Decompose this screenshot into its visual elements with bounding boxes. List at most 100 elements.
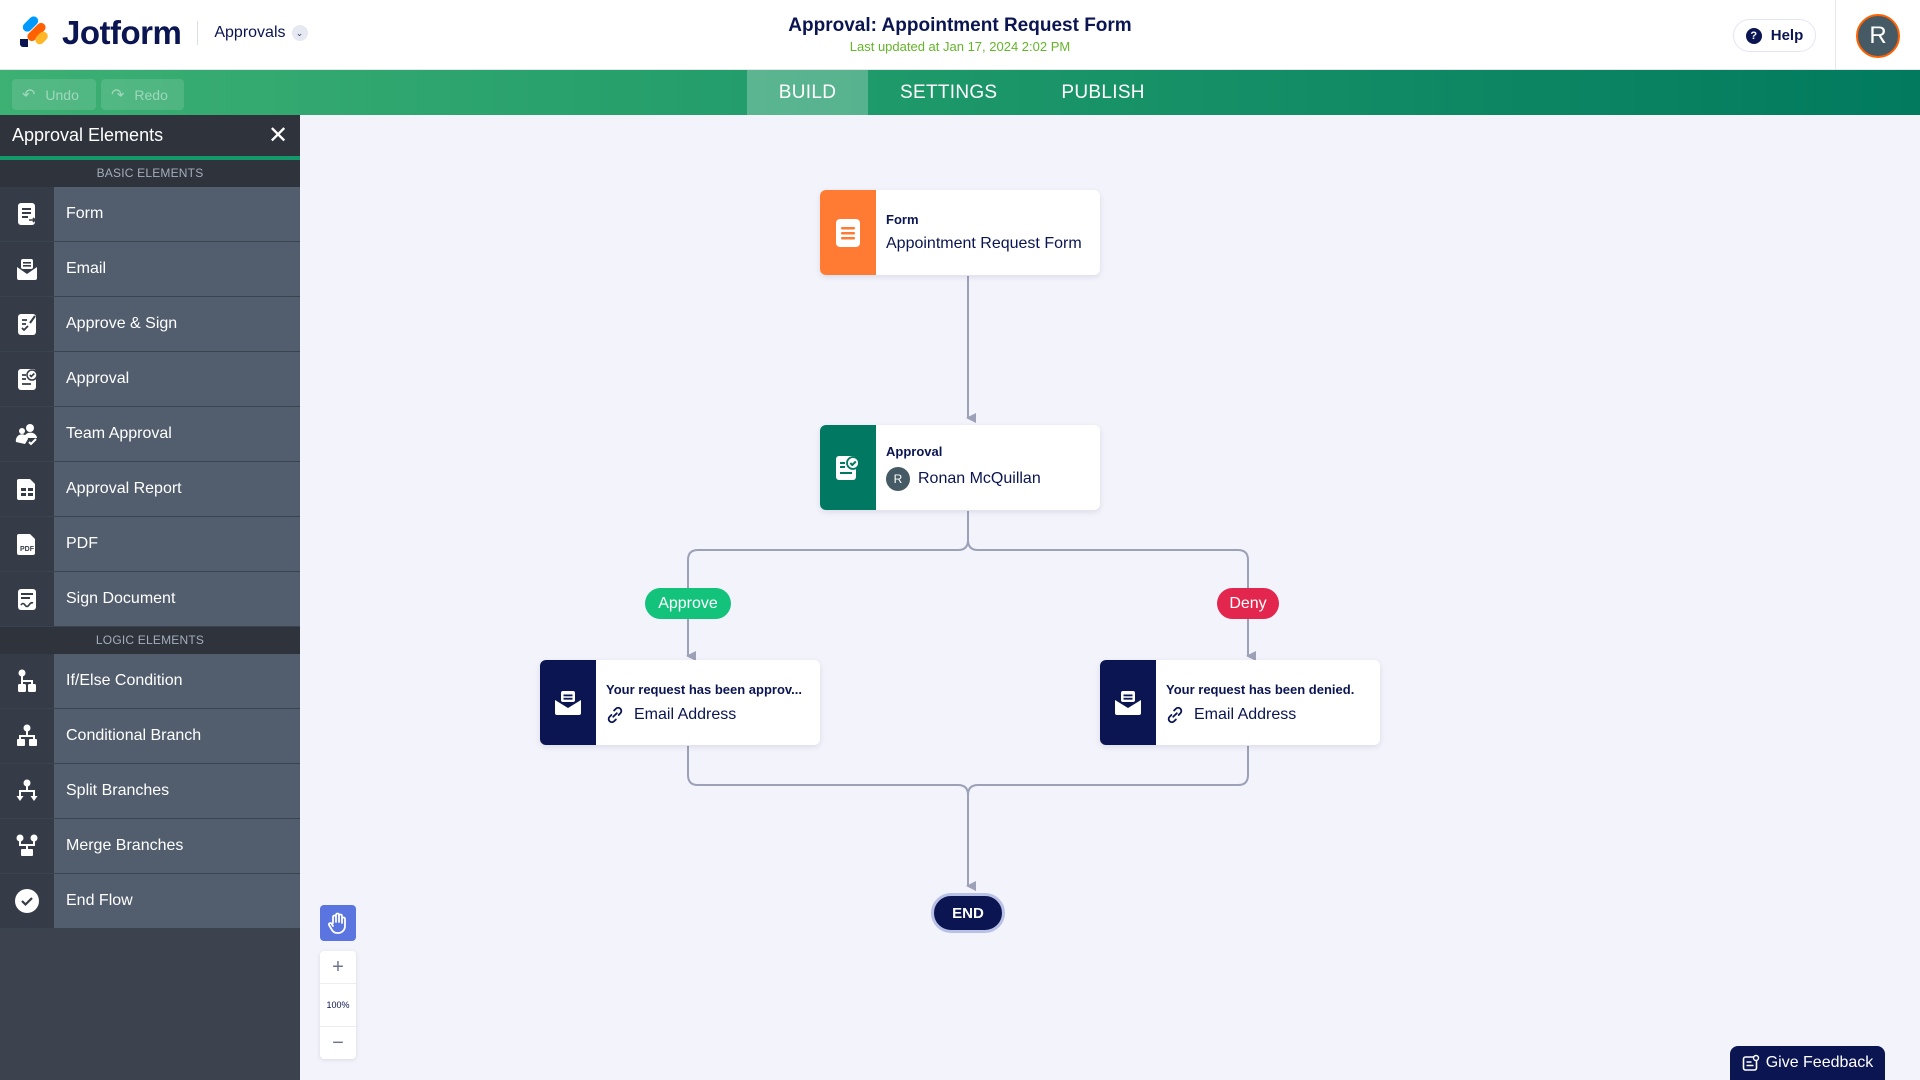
sidebar-item-merge-branches[interactable]: Merge Branches [0, 819, 300, 874]
flow-canvas[interactable] [300, 115, 1920, 1080]
sidebar-item-conditional-branch[interactable]: Conditional Branch [0, 709, 300, 764]
sidebar-item-label: PDF [54, 517, 300, 571]
sidebar-item-label: Email [54, 242, 300, 296]
logo-divider [197, 21, 199, 45]
redo-button[interactable]: ↷ Redo [101, 79, 184, 110]
zoom-out-button[interactable]: − [320, 1027, 356, 1059]
form-icon [836, 218, 860, 247]
sidebar-item-label: End Flow [54, 874, 300, 928]
give-feedback-button[interactable]: Give Feedback [1730, 1046, 1885, 1080]
approval-icon [0, 352, 54, 406]
approve-sign-icon [0, 297, 54, 351]
tab-settings[interactable]: SETTINGS [868, 70, 1029, 115]
conditional-branch-icon [0, 709, 54, 763]
builder-tabs: BUILD SETTINGS PUBLISH [747, 70, 1177, 115]
email-icon [555, 690, 581, 715]
help-icon: ? [1745, 27, 1762, 44]
sidebar-item-pdf[interactable]: PDF PDF [0, 517, 300, 572]
sidebar-item-label: Approve & Sign [54, 297, 300, 351]
deny-branch-label[interactable]: Deny [1217, 588, 1279, 619]
help-button[interactable]: ? Help [1733, 19, 1816, 52]
page-title[interactable]: Approval: Appointment Request Form [788, 15, 1131, 37]
sidebar-item-sign-document[interactable]: Sign Document [0, 572, 300, 627]
jotform-logo-icon [18, 14, 50, 49]
approval-node-icon-panel [820, 425, 876, 510]
email-recipient: Email Address [634, 705, 737, 723]
sidebar-item-split-branches[interactable]: Split Branches [0, 764, 300, 819]
flow-node-form[interactable]: Form Appointment Request Form [820, 190, 1100, 275]
pdf-icon: PDF [0, 517, 54, 571]
end-flow-icon [0, 874, 54, 928]
email-node-icon-panel [1100, 660, 1156, 745]
section-basic-elements: BASIC ELEMENTS [0, 160, 300, 187]
email-icon [1115, 690, 1141, 715]
zoom-level: 100% [320, 983, 356, 1027]
top-header: Jotform Approvals ⌄ Approval: Appointmen… [0, 0, 1920, 70]
approval-elements-panel: Approval Elements ✕ BASIC ELEMENTS Form … [0, 115, 300, 1080]
zoom-in-button[interactable]: + [320, 951, 356, 983]
redo-icon: ↷ [111, 86, 125, 104]
user-avatar[interactable]: R [1856, 14, 1900, 58]
sidebar-item-form[interactable]: Form [0, 187, 300, 242]
split-branches-icon [0, 764, 54, 818]
sign-document-icon [0, 572, 54, 626]
tab-build[interactable]: BUILD [747, 70, 868, 115]
form-node-icon-panel [820, 190, 876, 275]
flow-node-approve-email[interactable]: Your request has been approv... Email Ad… [540, 660, 820, 745]
sidebar-item-approval-report[interactable]: Approval Report [0, 462, 300, 517]
brand-name: Jotform [62, 14, 182, 51]
feedback-icon [1742, 1054, 1759, 1071]
sidebar-item-email[interactable]: Email [0, 242, 300, 297]
approval-icon [836, 455, 860, 480]
undo-button[interactable]: ↶ Undo [12, 79, 96, 110]
chevron-down-icon[interactable]: ⌄ [291, 25, 308, 41]
email-node-icon-panel [540, 660, 596, 745]
panel-header: Approval Elements ✕ [0, 115, 300, 160]
flow-node-deny-email[interactable]: Your request has been denied. Email Addr… [1100, 660, 1380, 745]
close-icon[interactable]: ✕ [268, 123, 288, 148]
sidebar-item-label: Sign Document [54, 572, 300, 626]
node-type-label: Approval [886, 444, 943, 459]
assignee-avatar: R [886, 467, 910, 491]
svg-text:PDF: PDF [20, 546, 35, 553]
sidebar-item-label: Conditional Branch [54, 709, 300, 763]
approve-branch-label[interactable]: Approve [645, 588, 731, 619]
team-approval-icon [0, 407, 54, 461]
feedback-label: Give Feedback [1765, 1054, 1874, 1071]
undo-icon: ↶ [22, 86, 36, 104]
tab-publish[interactable]: PUBLISH [1029, 70, 1176, 115]
link-icon [1167, 706, 1183, 723]
email-icon [0, 242, 54, 296]
sidebar-item-end-flow[interactable]: End Flow [0, 874, 300, 929]
form-icon [0, 187, 54, 241]
section-logic-elements: LOGIC ELEMENTS [0, 627, 300, 654]
flow-end-node[interactable]: END [931, 893, 1005, 933]
assignee-name: Ronan McQuillan [918, 470, 1041, 487]
sidebar-item-approval[interactable]: Approval [0, 352, 300, 407]
help-label: Help [1770, 27, 1804, 44]
sidebar-item-approve-sign[interactable]: Approve & Sign [0, 297, 300, 352]
sidebar-item-label: Approval Report [54, 462, 300, 516]
hand-icon [328, 912, 346, 934]
product-switcher[interactable]: Approvals [214, 24, 285, 42]
sidebar-item-label: Merge Branches [54, 819, 300, 873]
sidebar-item-label: Team Approval [54, 407, 300, 461]
pan-tool-button[interactable] [320, 905, 356, 941]
node-form-name: Appointment Request Form [886, 235, 1082, 252]
undo-label: Undo [45, 86, 79, 103]
if-else-icon [0, 654, 54, 708]
approval-report-icon [0, 462, 54, 516]
email-subject: Your request has been approv... [606, 681, 803, 697]
sidebar-item-label: If/Else Condition [54, 654, 300, 708]
header-divider [1835, 0, 1836, 70]
link-icon [607, 706, 623, 723]
zoom-control: + 100% − [320, 951, 356, 1059]
email-subject: Your request has been denied. [1166, 681, 1355, 697]
builder-navbar: ↶ Undo ↷ Redo BUILD SETTINGS PUBLISH [0, 70, 1920, 115]
jotform-logo[interactable]: Jotform Approvals ⌄ [18, 14, 308, 52]
sidebar-item-team-approval[interactable]: Team Approval [0, 407, 300, 462]
sidebar-item-label: Split Branches [54, 764, 300, 818]
flow-node-approval[interactable]: Approval R Ronan McQuillan [820, 425, 1100, 510]
panel-title: Approval Elements [12, 125, 164, 145]
sidebar-item-if-else-condition[interactable]: If/Else Condition [0, 654, 300, 709]
